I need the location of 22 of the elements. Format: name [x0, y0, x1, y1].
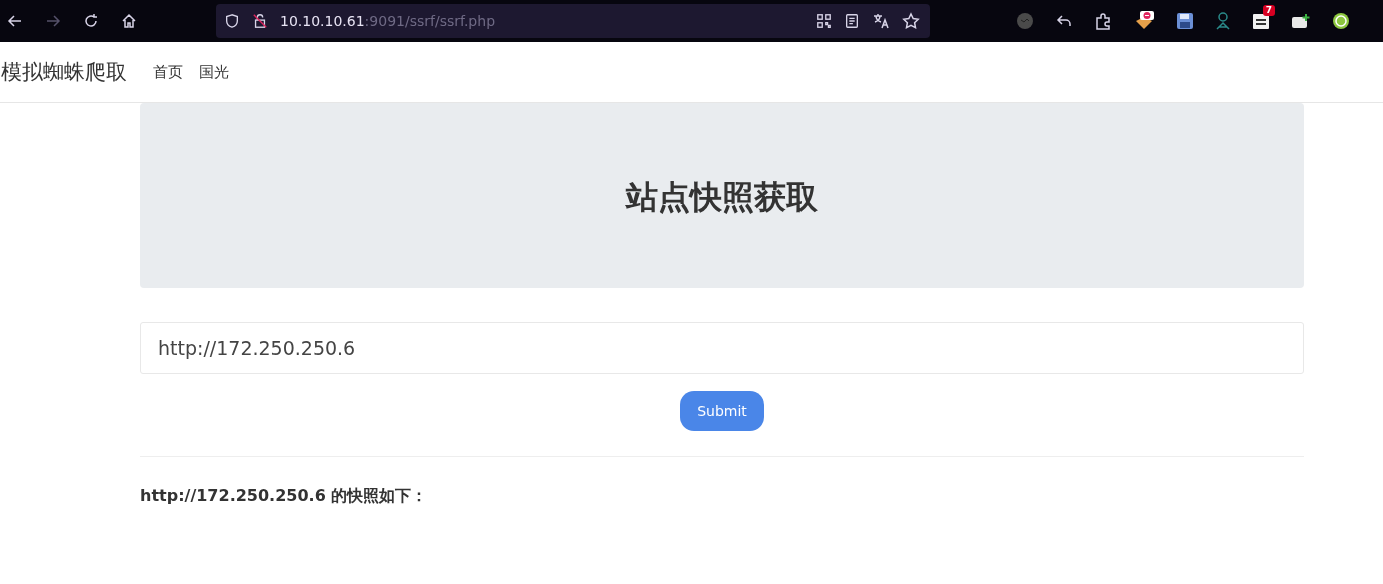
home-icon[interactable]: [120, 12, 138, 30]
star-icon[interactable]: [902, 12, 920, 30]
extension-icon[interactable]: [1291, 12, 1311, 30]
shield-icon[interactable]: [224, 13, 240, 29]
reader-view-icon[interactable]: [844, 13, 860, 29]
reload-icon[interactable]: [82, 12, 100, 30]
extension-icon[interactable]: [1252, 12, 1270, 30]
address-bar[interactable]: 10.10.10.61:9091/ssrf/ssrf.php: [216, 4, 930, 38]
url-input-field[interactable]: http://172.250.250.6: [140, 322, 1304, 374]
submit-button[interactable]: Submit: [680, 391, 764, 431]
notification-badge: 7: [1262, 5, 1275, 16]
puzzle-icon[interactable]: [1094, 12, 1112, 30]
result-text: http://172.250.250.6 的快照如下：: [140, 486, 429, 507]
extension-icon[interactable]: [1332, 12, 1350, 30]
translate-icon[interactable]: [872, 12, 890, 30]
nav-link[interactable]: 国光: [199, 62, 229, 82]
insecure-lock-icon: [252, 13, 268, 29]
site-brand[interactable]: 模拟蜘蛛爬取: [1, 58, 127, 86]
nav-link[interactable]: 首页: [153, 62, 183, 82]
qr-code-icon[interactable]: [816, 13, 832, 29]
url-text: 10.10.10.61:9091/ssrf/ssrf.php: [280, 13, 495, 29]
page-title: 站点快照获取: [626, 176, 818, 218]
